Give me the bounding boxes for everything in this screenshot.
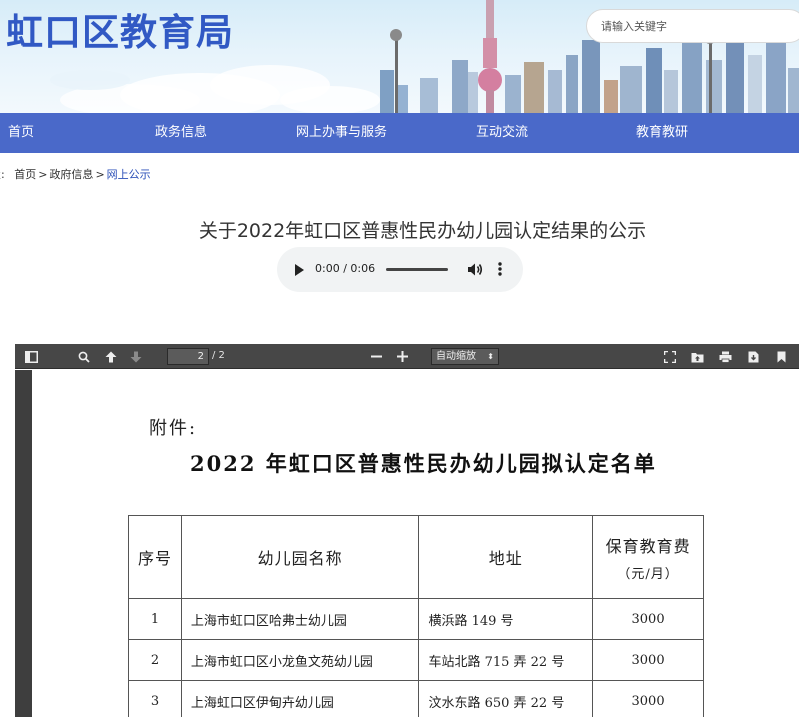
cell-address: 汶水东路 650 弄 22 号: [418, 680, 594, 717]
page-up-icon[interactable]: [102, 344, 120, 369]
column-header-address: 地址: [418, 515, 594, 599]
fee-header-unit: （元/月）: [617, 566, 679, 582]
chevron-updown-icon: ⬍: [487, 352, 494, 361]
breadcrumb-item-home[interactable]: 首页: [14, 166, 36, 182]
breadcrumb-prefix: 置:: [0, 168, 5, 181]
cell-index: 1: [128, 598, 182, 640]
cell-address: 横浜路 149 号: [418, 598, 594, 640]
page-down-icon[interactable]: [127, 344, 145, 369]
table-row: 2 上海市虹口区小龙鱼文苑幼儿园 车站北路 715 弄 22 号 3000: [128, 639, 704, 681]
page-total: / 2: [212, 350, 225, 361]
play-icon[interactable]: [295, 264, 304, 276]
nav-item-services[interactable]: 网上办事与服务: [296, 113, 387, 153]
cell-fee: 3000: [592, 598, 704, 640]
audio-progress-slider[interactable]: [386, 268, 448, 271]
cell-name: 上海市虹口区哈弗士幼儿园: [180, 598, 420, 640]
cell-fee: 3000: [592, 639, 704, 681]
audio-time: 0:00 / 0:06: [315, 262, 376, 275]
nav-item-gov-info[interactable]: 政务信息: [155, 113, 207, 153]
breadcrumb-separator: >: [95, 168, 105, 181]
main-nav: 首页 政务信息 网上办事与服务 互动交流 教育教研: [0, 113, 799, 153]
page-number-input[interactable]: [167, 348, 209, 365]
table-header-row: 序号 幼儿园名称 地址 保育教育费 （元/月）: [128, 515, 704, 599]
table-row: 3 上海虹口区伊甸卉幼儿园 汶水东路 650 弄 22 号 3000: [128, 680, 704, 717]
pdf-toolbar: / 2 自动缩放 ⬍: [15, 344, 799, 369]
cell-index: 2: [128, 639, 182, 681]
download-icon[interactable]: [744, 344, 762, 369]
breadcrumb: 置: 首页>政府信息>网上公示: [0, 166, 151, 182]
volume-icon[interactable]: [467, 262, 483, 277]
fullscreen-icon[interactable]: [661, 344, 679, 369]
fee-header-label: 保育教育费: [605, 536, 691, 556]
document-title: 2022 年虹口区普惠性民办幼儿园拟认定名单: [190, 451, 657, 476]
cell-name: 上海市虹口区小龙鱼文苑幼儿园: [180, 639, 420, 681]
column-header-index: 序号: [128, 515, 182, 599]
column-header-name: 幼儿园名称: [180, 515, 420, 599]
zoom-select[interactable]: 自动缩放 ⬍: [431, 348, 499, 365]
print-icon[interactable]: [716, 344, 734, 369]
search-input[interactable]: [586, 9, 799, 43]
cell-fee: 3000: [592, 680, 704, 717]
zoom-in-icon[interactable]: [393, 344, 411, 369]
column-header-fee: 保育教育费 （元/月）: [592, 515, 704, 599]
header-banner: 虹口区教育局: [0, 0, 799, 113]
open-file-icon[interactable]: [688, 344, 706, 369]
kindergarten-table: 序号 幼儿园名称 地址 保育教育费 （元/月） 1 上海市虹口区哈弗士幼儿园 横…: [128, 515, 704, 717]
nav-item-home[interactable]: 首页: [8, 113, 34, 153]
sidebar-toggle-icon[interactable]: [21, 344, 41, 369]
search-icon[interactable]: [75, 344, 93, 369]
site-title[interactable]: 虹口区教育局: [6, 2, 234, 56]
zoom-out-icon[interactable]: [367, 344, 385, 369]
cell-address: 车站北路 715 弄 22 号: [418, 639, 594, 681]
attachment-label: 附件:: [149, 418, 198, 439]
breadcrumb-item-current[interactable]: 网上公示: [107, 166, 151, 182]
cell-index: 3: [128, 680, 182, 717]
nav-item-interaction[interactable]: 互动交流: [476, 113, 528, 153]
nav-item-education[interactable]: 教育教研: [636, 113, 688, 153]
cell-name: 上海虹口区伊甸卉幼儿园: [180, 680, 420, 717]
table-row: 1 上海市虹口区哈弗士幼儿园 横浜路 149 号 3000: [128, 598, 704, 640]
more-vert-icon[interactable]: [497, 261, 503, 277]
breadcrumb-separator: >: [38, 168, 48, 181]
bookmark-icon[interactable]: [772, 344, 790, 369]
zoom-select-value: 自动缩放: [436, 351, 476, 362]
breadcrumb-item-gov-info[interactable]: 政府信息: [49, 166, 93, 182]
article-title: 关于2022年虹口区普惠性民办幼儿园认定结果的公示: [198, 220, 647, 242]
audio-player: 0:00 / 0:06: [277, 247, 523, 292]
